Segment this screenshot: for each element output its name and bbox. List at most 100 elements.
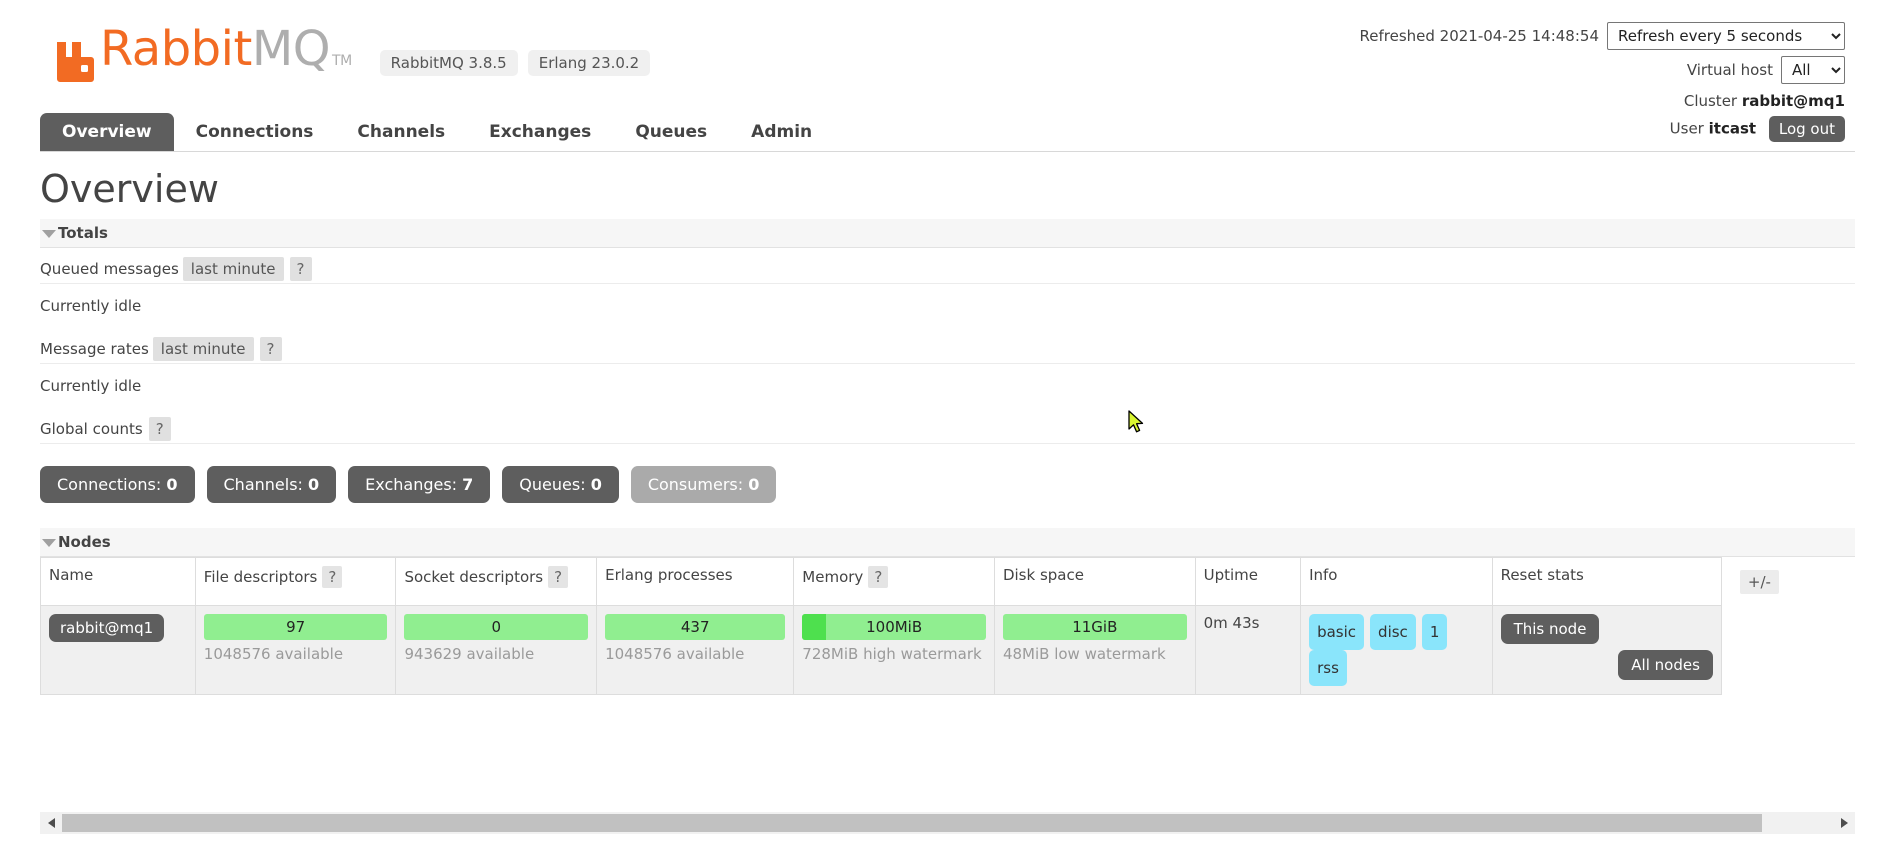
vhost-select[interactable]: All (1781, 56, 1845, 84)
rabbitmq-management-page: RabbitMQ TM RabbitMQ 3.8.5 Erlang 23.0.2 … (0, 0, 1895, 865)
cluster-name: rabbit@mq1 (1741, 92, 1845, 110)
file-descriptors-value: 97 (286, 618, 306, 636)
col-header-reset-stats[interactable]: Reset stats (1491, 557, 1722, 606)
logo-block: RabbitMQ TM RabbitMQ 3.8.5 Erlang 23.0.2 (55, 25, 651, 82)
refresh-interval-select[interactable]: Refresh every 5 seconds (1607, 22, 1845, 50)
tab-overview[interactable]: Overview (40, 113, 174, 151)
erlang-version-badge: Erlang 23.0.2 (527, 50, 651, 76)
col-label-memory: Memory (802, 568, 864, 586)
scrollbar-thumb[interactable] (62, 814, 1763, 832)
file-descriptors-available: 1048576 available (203, 645, 344, 663)
table-row: rabbit@mq1 97 1048576 available 0 943629… (40, 605, 1785, 695)
count-button-exchanges[interactable]: Exchanges: 7 (348, 466, 491, 503)
memory-high-watermark: 728MiB high watermark (802, 645, 982, 663)
col-header-erlang-processes[interactable]: Erlang processes (596, 557, 795, 606)
count-button-channels[interactable]: Channels: 0 (206, 466, 337, 503)
logo-text-mq: MQ (251, 21, 331, 77)
count-button-connections[interactable]: Connections: 0 (40, 466, 195, 503)
count-label-connections: Connections: (57, 475, 162, 494)
cell-erlang-processes: 437 1048576 available (596, 605, 795, 695)
info-badge-disc[interactable]: disc (1370, 614, 1416, 650)
reset-all-nodes-wrap: All nodes (1501, 650, 1713, 680)
reset-all-nodes-button[interactable]: All nodes (1618, 650, 1713, 680)
col-label-reset-stats: Reset stats (1500, 566, 1584, 584)
collapse-triangle-icon[interactable] (42, 230, 56, 238)
count-value-exchanges: 7 (462, 475, 474, 494)
cluster-label: Cluster (1683, 92, 1738, 110)
info-badge-rss[interactable]: rss (1309, 650, 1347, 686)
info-badge-basic[interactable]: basic (1309, 614, 1365, 650)
tab-connections[interactable]: Connections (174, 113, 336, 151)
cell-disk-space: 11GiB 48MiB low watermark (993, 605, 1196, 695)
col-header-info[interactable]: Info (1300, 557, 1493, 606)
count-button-consumers: Consumers: 0 (630, 466, 777, 503)
collapse-triangle-icon[interactable] (42, 539, 56, 547)
count-value-queues: 0 (590, 475, 602, 494)
col-label-file-descriptors: File descriptors (203, 568, 318, 586)
col-label-erlang-processes: Erlang processes (605, 566, 733, 584)
queued-messages-period-chip[interactable]: last minute (182, 257, 284, 281)
totals-section-header[interactable]: Totals (40, 219, 1855, 248)
col-header-memory[interactable]: Memory? (793, 557, 995, 606)
cluster-row: Cluster rabbit@mq1 (1360, 90, 1845, 112)
memory-bar: 100MiB (802, 614, 986, 640)
socket-descriptors-bar: 0 (404, 614, 589, 640)
erlang-processes-available: 1048576 available (605, 645, 745, 663)
memory-help-icon[interactable]: ? (868, 566, 889, 588)
col-header-uptime[interactable]: Uptime (1194, 557, 1302, 606)
node-name-link[interactable]: rabbit@mq1 (49, 614, 165, 642)
queued-messages-label: Queued messages (40, 260, 179, 278)
cell-plus-minus-spacer (1721, 606, 1784, 695)
tab-admin[interactable]: Admin (729, 113, 834, 151)
refresh-row: Refreshed 2021-04-25 14:48:54 Refresh ev… (1360, 22, 1845, 50)
col-label-name: Name (49, 566, 94, 584)
rabbitmq-logo-icon[interactable] (55, 38, 95, 82)
cell-file-descriptors: 97 1048576 available (194, 605, 397, 695)
tab-exchanges[interactable]: Exchanges (467, 113, 613, 151)
queued-messages-idle: Currently idle (40, 297, 142, 315)
disk-space-value: 11GiB (1072, 618, 1118, 636)
scrollbar-track[interactable] (62, 812, 1833, 834)
count-value-channels: 0 (308, 475, 320, 494)
page-header: RabbitMQ TM RabbitMQ 3.8.5 Erlang 23.0.2 … (40, 0, 1855, 142)
queued-messages-help-icon[interactable]: ? (289, 257, 312, 281)
nodes-section-header[interactable]: Nodes (40, 528, 1855, 557)
info-badge-count[interactable]: 1 (1421, 614, 1448, 650)
logo-wordmark[interactable]: RabbitMQ TM (100, 25, 352, 82)
cell-node-name: rabbit@mq1 (40, 605, 196, 695)
scroll-left-icon[interactable] (40, 812, 62, 834)
plus-minus-toggle[interactable]: +/- (1739, 569, 1779, 594)
file-descriptors-help-icon[interactable]: ? (322, 566, 343, 588)
count-value-connections: 0 (166, 475, 178, 494)
col-header-plus-minus: +/- (1721, 558, 1784, 606)
horizontal-scrollbar[interactable] (40, 812, 1855, 834)
count-label-consumers: Consumers: (647, 475, 744, 494)
count-button-queues[interactable]: Queues: 0 (502, 466, 619, 503)
cell-uptime: 0m 43s (1194, 605, 1302, 695)
col-label-socket-descriptors: Socket descriptors (404, 568, 544, 586)
queued-messages-row: Queued messages last minute? (40, 248, 1855, 284)
col-label-info: Info (1309, 566, 1338, 584)
memory-bar-fill (802, 614, 827, 640)
file-descriptors-bar: 97 (203, 614, 388, 640)
reset-this-node-button[interactable]: This node (1500, 614, 1600, 644)
page-title: Overview (40, 167, 219, 211)
rabbitmq-version-badge: RabbitMQ 3.8.5 (379, 50, 518, 76)
col-header-file-descriptors[interactable]: File descriptors? (194, 557, 397, 606)
vhost-row: Virtual host All (1360, 56, 1845, 84)
nodes-section: Nodes Name File descriptors? Socket desc… (40, 528, 1855, 695)
global-counts-help-icon[interactable]: ? (148, 417, 171, 441)
tab-channels[interactable]: Channels (335, 113, 467, 151)
message-rates-period-chip[interactable]: last minute (152, 337, 254, 361)
tab-queues[interactable]: Queues (613, 113, 729, 151)
col-header-socket-descriptors[interactable]: Socket descriptors? (395, 557, 598, 606)
logo-text-rabbit: Rabbit (100, 21, 252, 77)
scroll-right-icon[interactable] (1833, 812, 1855, 834)
col-header-disk-space[interactable]: Disk space (993, 557, 1196, 606)
col-header-name[interactable]: Name (40, 557, 196, 606)
message-rates-idle: Currently idle (40, 377, 142, 395)
count-value-consumers: 0 (748, 475, 760, 494)
socket-descriptors-help-icon[interactable]: ? (548, 566, 569, 588)
memory-value: 100MiB (866, 618, 923, 636)
message-rates-help-icon[interactable]: ? (259, 337, 282, 361)
